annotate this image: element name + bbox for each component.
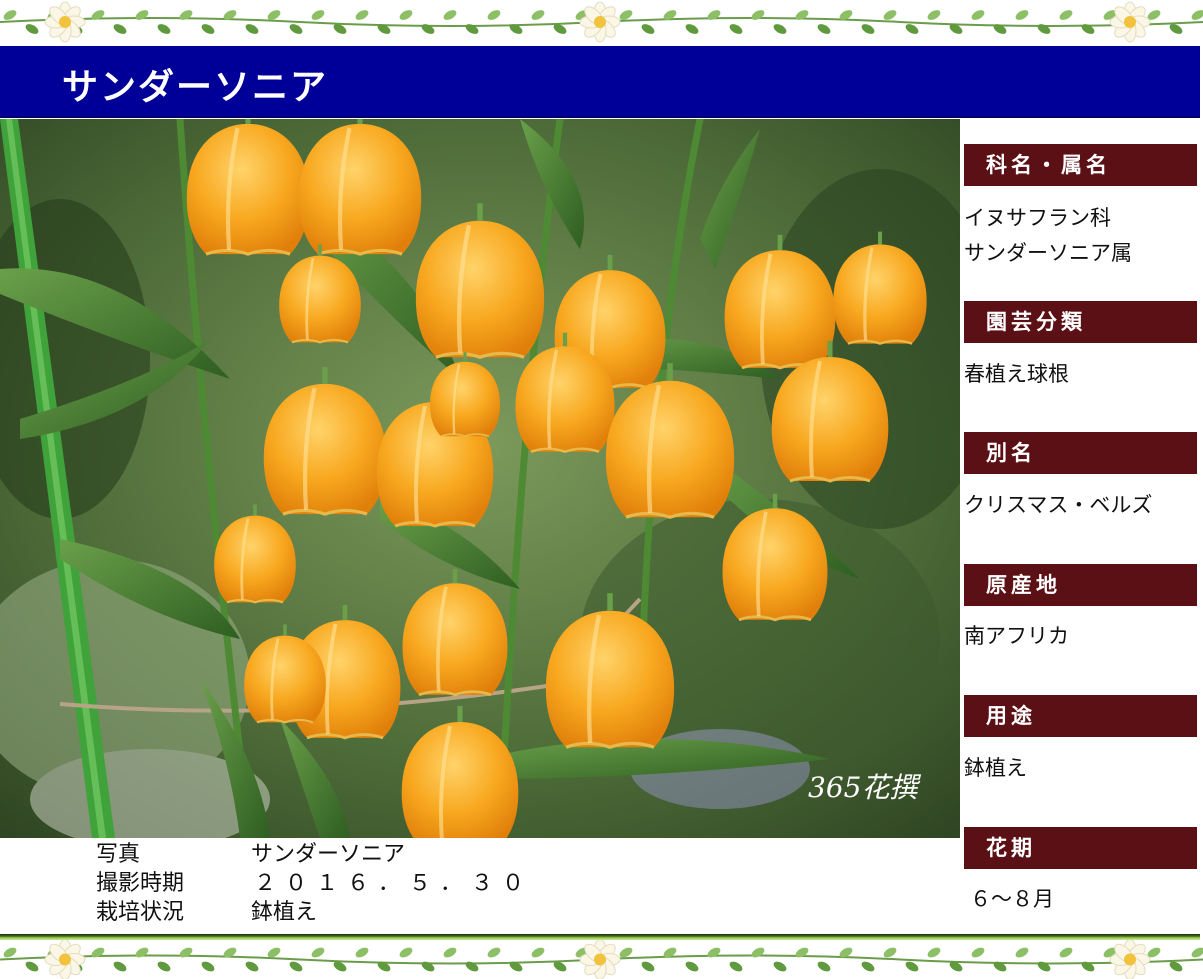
season-value: ６～８月 xyxy=(970,887,1054,911)
sandersonia-photo-image: 365花撰 xyxy=(0,119,960,838)
white-daisy-icon xyxy=(1109,940,1151,979)
white-daisy-icon xyxy=(579,940,621,979)
season-header: 花期 xyxy=(964,827,1197,869)
caption-value-photo: サンダーソニア xyxy=(251,842,406,867)
usage-value: 鉢植え xyxy=(964,756,1027,780)
floral-border-top xyxy=(0,0,1203,44)
flower-photo: 365花撰 xyxy=(0,119,960,838)
family-value-line2: サンダーソニア属 xyxy=(964,241,1132,265)
page-title: サンダーソニア xyxy=(62,67,329,108)
origin-header: 原産地 xyxy=(964,564,1197,606)
category-header: 園芸分類 xyxy=(964,301,1197,343)
alias-value: クリスマス・ベルズ xyxy=(964,493,1153,517)
info-panel: 科名・属名 イヌサフラン科 サンダーソニア属 園芸分類 春植え球根 別名 クリス… xyxy=(962,119,1200,937)
caption-value-cultivation: 鉢植え xyxy=(251,900,318,925)
white-daisy-icon xyxy=(1109,1,1151,43)
photo-watermark: 365花撰 xyxy=(808,771,921,804)
category-value: 春植え球根 xyxy=(964,362,1069,386)
white-daisy-icon xyxy=(44,1,86,43)
family-header: 科名・属名 xyxy=(964,144,1197,186)
caption-value-date: ２０１６．５．３０ xyxy=(254,871,534,896)
floral-border-bottom xyxy=(0,940,1203,979)
floral-vine-icon xyxy=(0,940,1203,979)
alias-header: 別名 xyxy=(964,432,1197,474)
white-daisy-icon xyxy=(44,940,86,979)
title-bar: サンダーソニア xyxy=(0,46,1200,118)
caption-label-cultivation: 栽培状況 xyxy=(96,900,185,925)
family-value-line1: イヌサフラン科 xyxy=(964,206,1111,230)
caption-label-date: 撮影時期 xyxy=(96,871,185,896)
origin-value: 南アフリカ xyxy=(964,624,1069,648)
white-daisy-icon xyxy=(579,1,621,43)
floral-vine-icon xyxy=(0,1,1203,43)
usage-header: 用途 xyxy=(964,695,1197,737)
caption-label-photo: 写真 xyxy=(96,842,141,867)
